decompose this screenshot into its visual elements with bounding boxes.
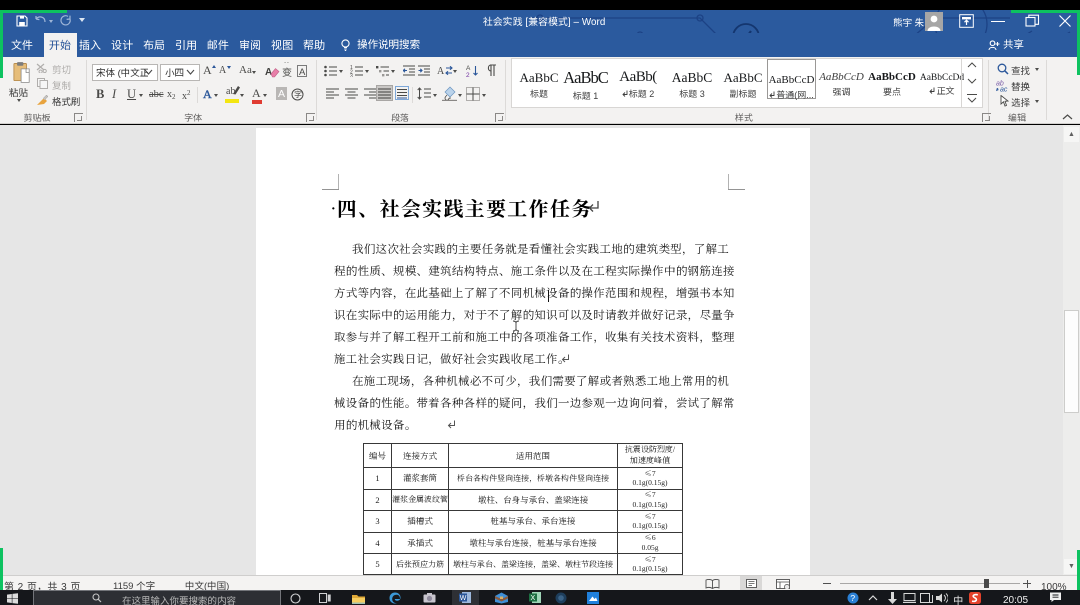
svg-text:ac: ac [1000, 85, 1008, 93]
svg-text:?: ? [850, 593, 855, 603]
svg-text:X: X [531, 595, 536, 602]
svg-text:3: 3 [350, 73, 353, 78]
svg-text:W: W [460, 595, 467, 602]
svg-text:A: A [437, 66, 445, 77]
svg-text:2: 2 [466, 69, 470, 77]
svg-text:字: 字 [294, 89, 302, 100]
svg-text:A: A [265, 67, 272, 78]
